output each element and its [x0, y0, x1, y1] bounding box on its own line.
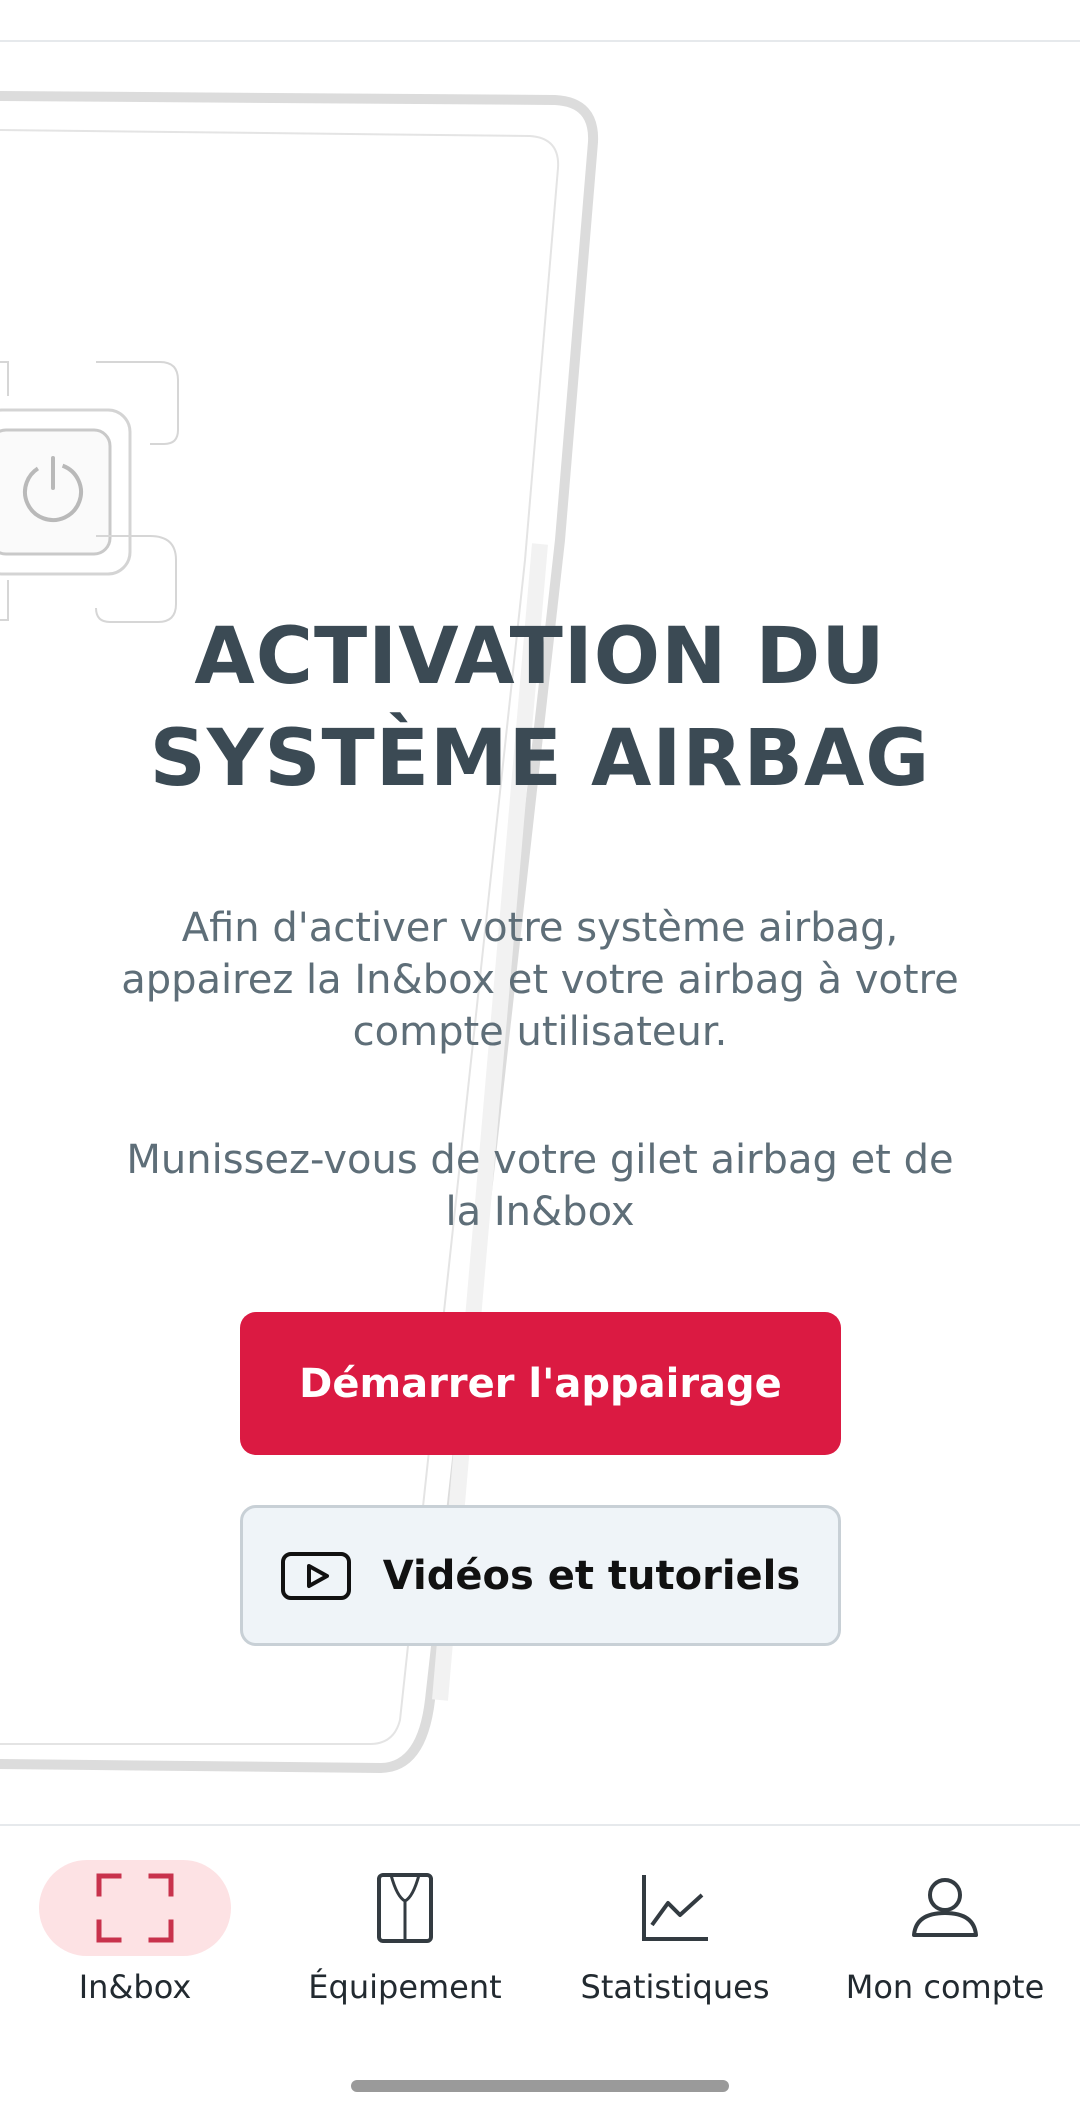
vest-icon: [309, 1860, 501, 1956]
nav-item-statistiques[interactable]: Statistiques: [540, 1860, 810, 2060]
play-video-icon: [280, 1551, 351, 1600]
nav-label-mon-compte: Mon compte: [845, 1968, 1045, 2006]
start-pairing-button[interactable]: Démarrer l'appairage: [240, 1312, 841, 1455]
nav-item-equipement[interactable]: Équipement: [270, 1860, 540, 2060]
power-icon: [0, 408, 132, 576]
user-icon: [849, 1860, 1041, 1956]
page-title: ACTIVATION DU SYSTÈME AIRBAG: [149, 612, 931, 804]
nav-label-inbox: In&box: [78, 1968, 192, 2006]
nav-label-equipement: Équipement: [308, 1968, 502, 2006]
bottom-navigation: In&box Équipement Statistiques Mon compt…: [0, 1824, 1080, 2110]
chart-icon: [579, 1860, 771, 1956]
prepare-text: Munissez-vous de votre gilet airbag et d…: [126, 1137, 954, 1235]
videos-tutorials-button[interactable]: Vidéos et tutoriels: [240, 1505, 841, 1646]
nav-item-mon-compte[interactable]: Mon compte: [810, 1860, 1080, 2060]
home-indicator[interactable]: [351, 2080, 729, 2092]
intro-text: Afin d'activer votre système airbag, app…: [121, 905, 959, 1055]
inbox-scan-icon: [39, 1860, 231, 1956]
nav-item-inbox[interactable]: In&box: [0, 1860, 270, 2060]
start-pairing-label: Démarrer l'appairage: [299, 1360, 782, 1407]
nav-label-statistiques: Statistiques: [580, 1968, 770, 2006]
videos-tutorials-label: Vidéos et tutoriels: [382, 1552, 801, 1599]
